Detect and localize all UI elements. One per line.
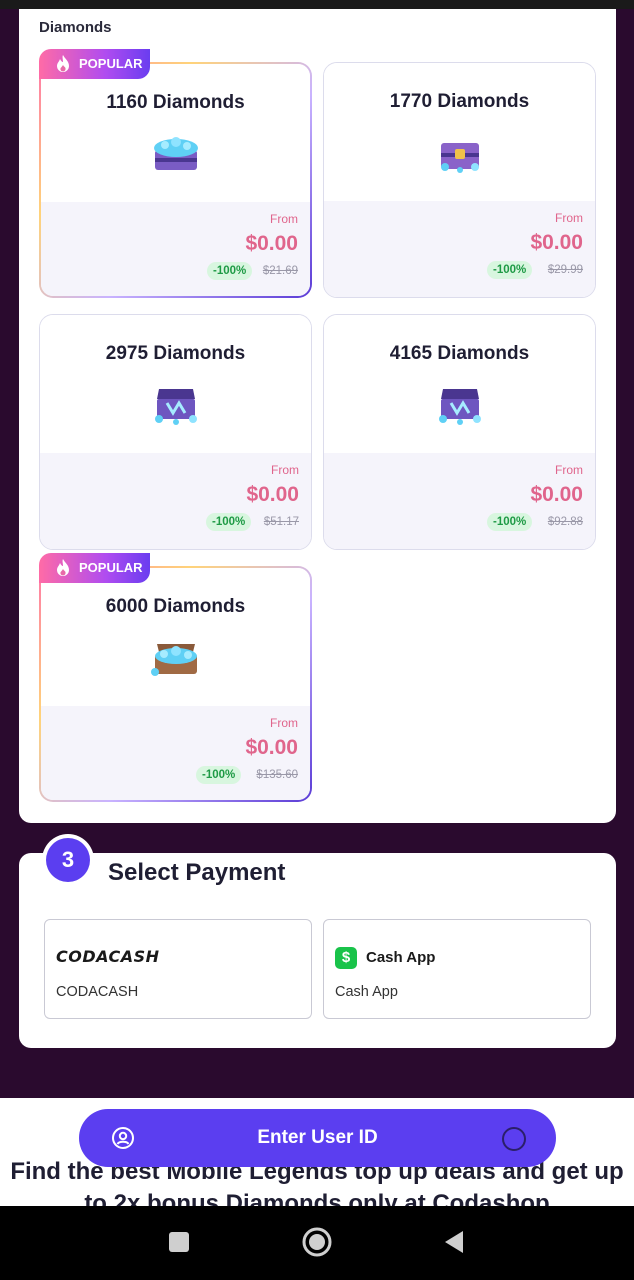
- diamond-card-2975[interactable]: 2975 Diamonds From $0.00 -100% $51.17: [39, 314, 312, 550]
- payment-title: Select Payment: [108, 859, 286, 886]
- from-label: From: [270, 716, 298, 730]
- section-label: Diamonds: [39, 19, 112, 36]
- step-number: 3: [46, 838, 90, 882]
- status-strip: [0, 0, 634, 9]
- card-title: 4165 Diamonds: [389, 343, 530, 364]
- card-title: 1770 Diamonds: [389, 91, 530, 112]
- badge-label: POPULAR: [79, 56, 143, 71]
- square-icon[interactable]: [167, 1230, 191, 1254]
- diamond-card-1160[interactable]: 1160 Diamonds From $0.00 -100% $21.69: [39, 62, 312, 298]
- card-title: 2975 Diamonds: [105, 343, 246, 364]
- card-title: 1160 Diamonds: [106, 92, 245, 113]
- card-title: 6000 Diamonds: [105, 596, 246, 617]
- badge-label: POPULAR: [79, 560, 143, 575]
- cashapp-logo-text: Cash App: [366, 949, 436, 966]
- diamond-chest-icon: [154, 389, 197, 425]
- popular-badge: POPULAR: [39, 553, 150, 583]
- original-price: $29.99: [547, 264, 583, 276]
- popular-badge: POPULAR: [39, 49, 150, 79]
- payment-option-cashapp[interactable]: $ Cash App Cash App: [323, 919, 591, 1019]
- cashapp-dollar-icon: $: [335, 947, 357, 969]
- card-top: [324, 63, 595, 201]
- enter-user-id-button[interactable]: Enter User ID: [79, 1109, 556, 1167]
- enter-user-id-label: Enter User ID: [257, 1127, 378, 1148]
- payment-option-codacash[interactable]: CODACASH CODACASH: [44, 919, 312, 1019]
- payment-option-name: Cash App: [335, 984, 398, 1000]
- price: $0.00: [530, 231, 583, 254]
- original-price: $135.60: [256, 769, 298, 781]
- price: $0.00: [245, 232, 298, 255]
- flame-icon: [57, 55, 69, 72]
- discount-badge: -100%: [487, 261, 533, 279]
- card-top: [40, 315, 311, 453]
- from-label: From: [555, 211, 583, 225]
- diamond-card-4165[interactable]: 4165 Diamonds From $0.00 -100% $92.88: [323, 314, 596, 550]
- system-nav-bar: [0, 1206, 634, 1280]
- price: $0.00: [246, 483, 299, 506]
- price: $0.00: [530, 483, 583, 506]
- diamond-chest-icon: [438, 389, 481, 425]
- card-top: [41, 568, 310, 706]
- ring-icon: [502, 1127, 526, 1151]
- card-top: [324, 315, 595, 453]
- discount-badge: -100%: [196, 766, 242, 784]
- from-label: From: [270, 212, 298, 226]
- diamonds-panel: Diamonds 1160 Diamonds From $0.00 -100% …: [19, 9, 616, 823]
- original-price: $51.17: [263, 516, 299, 528]
- triangle-back-icon[interactable]: [443, 1229, 465, 1255]
- step-indicator: 3: [42, 834, 94, 886]
- from-label: From: [271, 463, 299, 477]
- diamond-card-6000[interactable]: 6000 Diamonds From $0.00 -100% $135.60: [39, 566, 312, 802]
- card-top: [41, 64, 310, 202]
- original-price: $21.69: [262, 265, 298, 277]
- discount-badge: -100%: [207, 262, 253, 280]
- diamond-chest-icon: [440, 143, 479, 173]
- original-price: $92.88: [547, 516, 583, 528]
- flame-icon: [57, 559, 69, 576]
- diamond-chest-icon: [150, 644, 197, 676]
- diamond-chest-icon: [153, 137, 198, 170]
- payment-option-name: CODACASH: [56, 984, 139, 1000]
- price: $0.00: [245, 736, 298, 759]
- payment-panel: 3 Select Payment CODACASH CODACASH $ Cas…: [19, 834, 616, 1048]
- discount-badge: -100%: [487, 513, 533, 531]
- discount-badge: -100%: [206, 513, 252, 531]
- codacash-logo: CODACASH: [56, 947, 160, 966]
- diamond-card-1770[interactable]: 1770 Diamonds From $0.00 -100% $29.99: [323, 62, 596, 298]
- circle-home-icon[interactable]: [302, 1227, 332, 1257]
- from-label: From: [555, 463, 583, 477]
